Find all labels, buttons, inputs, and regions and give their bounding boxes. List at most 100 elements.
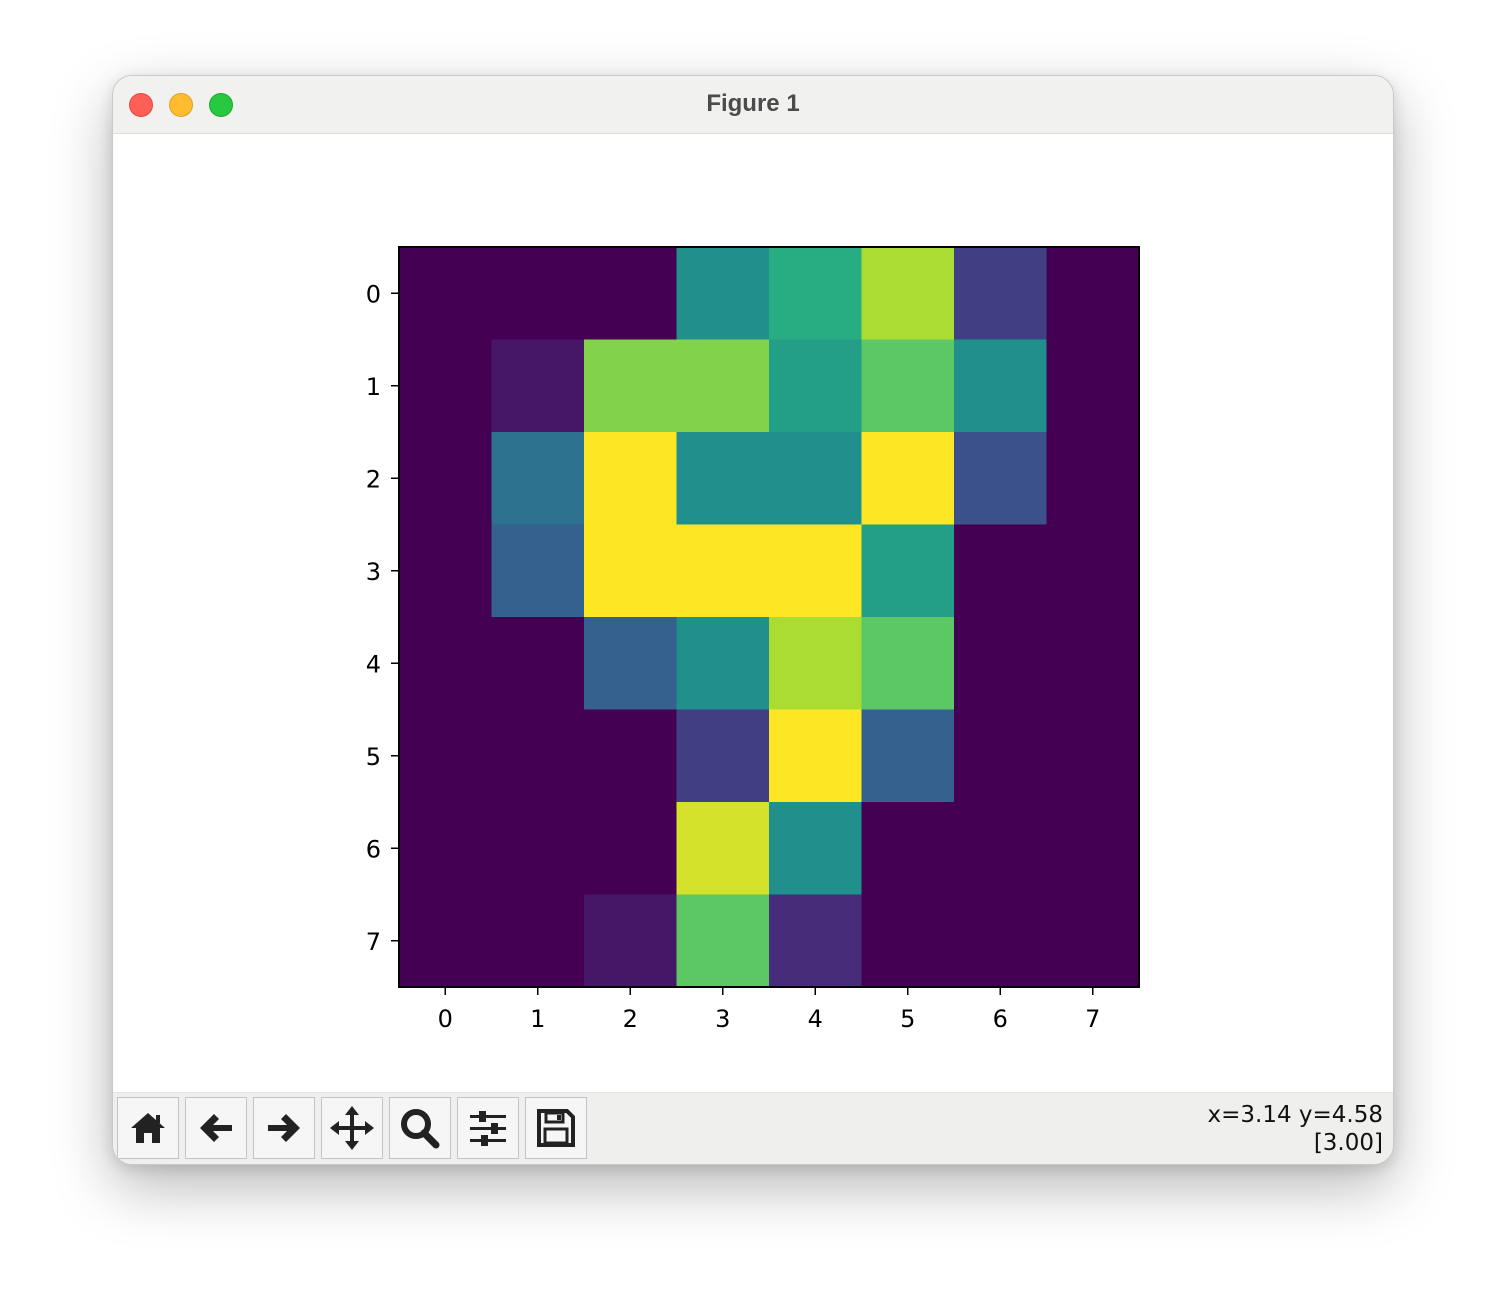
- heatmap-cell-r0-c5: [861, 247, 955, 341]
- heatmap-cell-r0-c7: [1046, 247, 1140, 341]
- heatmap-cell-r0-c4: [769, 247, 863, 341]
- heatmap-cell-r7-c6: [954, 894, 1048, 988]
- y-tick-label: 4: [366, 650, 381, 678]
- heatmap-cell-r6-c1: [491, 802, 585, 896]
- x-tick-label: 0: [438, 1005, 453, 1033]
- y-tick-label: 1: [366, 373, 381, 401]
- heatmap-cell-r1-c7: [1046, 339, 1140, 433]
- heatmap-cell-r2-c4: [769, 432, 863, 526]
- heatmap-cell-r0-c3: [676, 247, 770, 341]
- back-button[interactable]: [185, 1097, 247, 1159]
- heatmap-cell-r1-c1: [491, 339, 585, 433]
- heatmap-cell-r4-c7: [1046, 617, 1140, 711]
- heatmap-cell-r0-c0: [399, 247, 493, 341]
- forward-arrow-icon: [264, 1108, 304, 1148]
- heatmap-cell-r0-c6: [954, 247, 1048, 341]
- x-tick-label: 5: [900, 1005, 915, 1033]
- x-tick-label: 1: [530, 1005, 545, 1033]
- heatmap-cell-r2-c1: [491, 432, 585, 526]
- heatmap-cell-r6-c5: [861, 802, 955, 896]
- heatmap-cell-r6-c3: [676, 802, 770, 896]
- heatmap-cell-r5-c5: [861, 709, 955, 803]
- heatmap-cell-r0-c2: [584, 247, 678, 341]
- heatmap-plot[interactable]: 0 1 2 3 4 5 6 7 0 1 2 3 4 5 6 7: [113, 134, 1393, 1092]
- configure-subplots-icon: [467, 1107, 509, 1149]
- heatmap-cell-r0-c1: [491, 247, 585, 341]
- heatmap-cell-r2-c0: [399, 432, 493, 526]
- heatmap-cell-r2-c5: [861, 432, 955, 526]
- heatmap-cell-r6-c0: [399, 802, 493, 896]
- home-icon: [128, 1108, 168, 1148]
- heatmap-cell-r4-c4: [769, 617, 863, 711]
- heatmap-cell-r2-c7: [1046, 432, 1140, 526]
- forward-button[interactable]: [253, 1097, 315, 1159]
- heatmap-cell-r5-c7: [1046, 709, 1140, 803]
- heatmap-cell-r2-c3: [676, 432, 770, 526]
- heatmap-cell-r2-c2: [584, 432, 678, 526]
- heatmap-cell-r5-c2: [584, 709, 678, 803]
- heatmap-cell-r3-c3: [676, 524, 770, 618]
- heatmap-cell-r2-c6: [954, 432, 1048, 526]
- x-tick-label: 6: [993, 1005, 1008, 1033]
- heatmap-cell-r7-c3: [676, 894, 770, 988]
- heatmap-cell-r1-c0: [399, 339, 493, 433]
- figure-window: Figure 1 0 1 2 3 4 5 6 7 0 1 2 3 4 5 6 7 x=3.14 y=4.58 …: [112, 75, 1394, 1165]
- y-tick-label: 7: [366, 928, 381, 956]
- heatmap-cell-r6-c7: [1046, 802, 1140, 896]
- figure-canvas[interactable]: 0 1 2 3 4 5 6 7 0 1 2 3 4 5 6 7: [113, 134, 1393, 1092]
- x-tick-label: 7: [1085, 1005, 1100, 1033]
- back-arrow-icon: [196, 1108, 236, 1148]
- save-floppy-icon: [535, 1107, 577, 1149]
- heatmap-cell-r4-c5: [861, 617, 955, 711]
- heatmap-cell-r3-c4: [769, 524, 863, 618]
- y-tick-label: 5: [366, 743, 381, 771]
- configure-subplots-button[interactable]: [457, 1097, 519, 1159]
- heatmap-cell-r4-c2: [584, 617, 678, 711]
- cursor-readout: x=3.14 y=4.58: [1207, 1102, 1384, 1128]
- y-tick-label: 6: [366, 835, 381, 863]
- pixel-value-readout: [3.00]: [1313, 1130, 1383, 1156]
- zoom-button[interactable]: [389, 1097, 451, 1159]
- x-tick-label: 4: [808, 1005, 823, 1033]
- heatmap-cell-r7-c4: [769, 894, 863, 988]
- x-tick-label: 2: [623, 1005, 638, 1033]
- cursor-coordinates: x=3.14 y=4.58 [3.00]: [1208, 1101, 1384, 1157]
- heatmap-cell-r7-c5: [861, 894, 955, 988]
- pan-button[interactable]: [321, 1097, 383, 1159]
- y-tick-label: 0: [366, 280, 381, 308]
- heatmap-cell-r6-c6: [954, 802, 1048, 896]
- heatmap-cell-r7-c2: [584, 894, 678, 988]
- zoom-magnifier-icon: [398, 1106, 442, 1150]
- y-tick-label: 3: [366, 558, 381, 586]
- heatmap-cell-r5-c0: [399, 709, 493, 803]
- heatmap-cell-r7-c1: [491, 894, 585, 988]
- heatmap-cell-r1-c4: [769, 339, 863, 433]
- heatmap-cell-r4-c0: [399, 617, 493, 711]
- navigation-toolbar: x=3.14 y=4.58 [3.00]: [113, 1092, 1393, 1164]
- heatmap-cell-r7-c7: [1046, 894, 1140, 988]
- save-button[interactable]: [525, 1097, 587, 1159]
- heatmap-cell-r1-c5: [861, 339, 955, 433]
- heatmap-cell-r7-c0: [399, 894, 493, 988]
- heatmap-cell-r5-c4: [769, 709, 863, 803]
- heatmap-cell-r5-c3: [676, 709, 770, 803]
- heatmap-cell-r3-c5: [861, 524, 955, 618]
- heatmap-cell-r3-c1: [491, 524, 585, 618]
- home-button[interactable]: [117, 1097, 179, 1159]
- heatmap-cell-r3-c0: [399, 524, 493, 618]
- window-title: Figure 1: [706, 90, 800, 117]
- heatmap-cell-r3-c6: [954, 524, 1048, 618]
- heatmap-cell-r3-c2: [584, 524, 678, 618]
- heatmap-cell-r1-c2: [584, 339, 678, 433]
- heatmap-cell-r1-c3: [676, 339, 770, 433]
- heatmap-cell-r1-c6: [954, 339, 1048, 433]
- heatmap-cell-r4-c1: [491, 617, 585, 711]
- pan-move-icon: [329, 1105, 375, 1151]
- y-tick-label: 2: [366, 465, 381, 493]
- heatmap-cell-r3-c7: [1046, 524, 1140, 618]
- heatmap-cell-r5-c6: [954, 709, 1048, 803]
- x-tick-label: 3: [715, 1005, 730, 1033]
- heatmap-cell-r4-c6: [954, 617, 1048, 711]
- heatmap-cell-r5-c1: [491, 709, 585, 803]
- heatmap-cell-r6-c4: [769, 802, 863, 896]
